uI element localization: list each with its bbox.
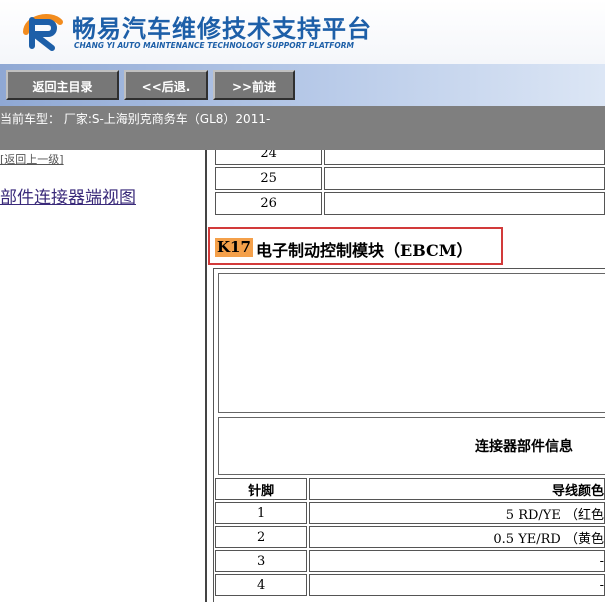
vehicle-bar: 当前车型： 厂家:S-上海别克商务车（GL8）2011- — [0, 106, 605, 150]
component-heading: K17 电子制动控制模块（EBCM） — [208, 227, 503, 265]
connector-info-label: 连接器部件信息 — [475, 439, 573, 455]
table-row: 1 5 RD/YE （红色 — [215, 502, 605, 524]
brand-logo-icon — [23, 14, 63, 51]
pin-number: 2 — [215, 526, 308, 548]
table-row: 26 — [215, 192, 605, 215]
component-code-badge: K17 — [215, 238, 253, 257]
back-up-link[interactable]: [返回上一级] — [0, 151, 64, 167]
table-row: 4 - — [215, 574, 605, 596]
pin-number: 4 — [215, 574, 308, 596]
wire-color: - — [309, 550, 605, 572]
table-row: 25 — [215, 167, 605, 190]
table-row: 2 0.5 YE/RD （黄色 — [215, 526, 605, 548]
pin-number: 26 — [215, 192, 323, 215]
brand-title: 畅易汽车维修技术支持平台 — [72, 15, 372, 43]
forward-button[interactable]: >>前进 — [213, 70, 295, 100]
connector-image — [218, 273, 605, 413]
component-name: 电子制动控制模块（EBCM） — [256, 241, 473, 260]
brand-subtitle: CHANG YI AUTO MAINTENANCE TECHNOLOGY SUP… — [74, 41, 354, 50]
wire-color-cell — [324, 192, 605, 215]
connector-pin-table: 针脚 导线颜色 1 5 RD/YE （红色 2 0.5 YE/RD （黄色 3 … — [213, 476, 605, 598]
app-header: 畅易汽车维修技术支持平台 CHANG YI AUTO MAINTENANCE T… — [0, 0, 605, 64]
column-header-wire-color: 导线颜色 — [309, 478, 605, 500]
wire-color-cell — [324, 150, 605, 165]
content-pane[interactable]: 24 25 26 K17 电子制动控制模块（EBCM） 连接器部件信息 针脚 导… — [205, 150, 605, 602]
wire-color-cell — [324, 167, 605, 190]
connector-view-link[interactable]: 部件连接器端视图 — [0, 183, 136, 208]
nav-bar: 返回主目录 <<后退. >>前进 — [0, 64, 605, 106]
previous-pin-table: 24 25 26 — [213, 150, 605, 217]
column-header-pin: 针脚 — [215, 478, 308, 500]
back-button[interactable]: <<后退. — [124, 70, 208, 100]
wire-color: 0.5 YE/RD （黄色 — [309, 526, 605, 548]
pin-number: 25 — [215, 167, 323, 190]
table-row: 3 - — [215, 550, 605, 572]
current-vehicle-label: 当前车型： 厂家:S-上海别克商务车（GL8）2011- — [0, 112, 271, 126]
pin-number: 1 — [215, 502, 308, 524]
table-row: 24 — [215, 150, 605, 165]
pin-number: 3 — [215, 550, 308, 572]
home-button[interactable]: 返回主目录 — [6, 70, 119, 100]
table-header-row: 针脚 导线颜色 — [215, 478, 605, 500]
wire-color: 5 RD/YE （红色 — [309, 502, 605, 524]
pin-number: 24 — [215, 150, 323, 165]
wire-color: - — [309, 574, 605, 596]
